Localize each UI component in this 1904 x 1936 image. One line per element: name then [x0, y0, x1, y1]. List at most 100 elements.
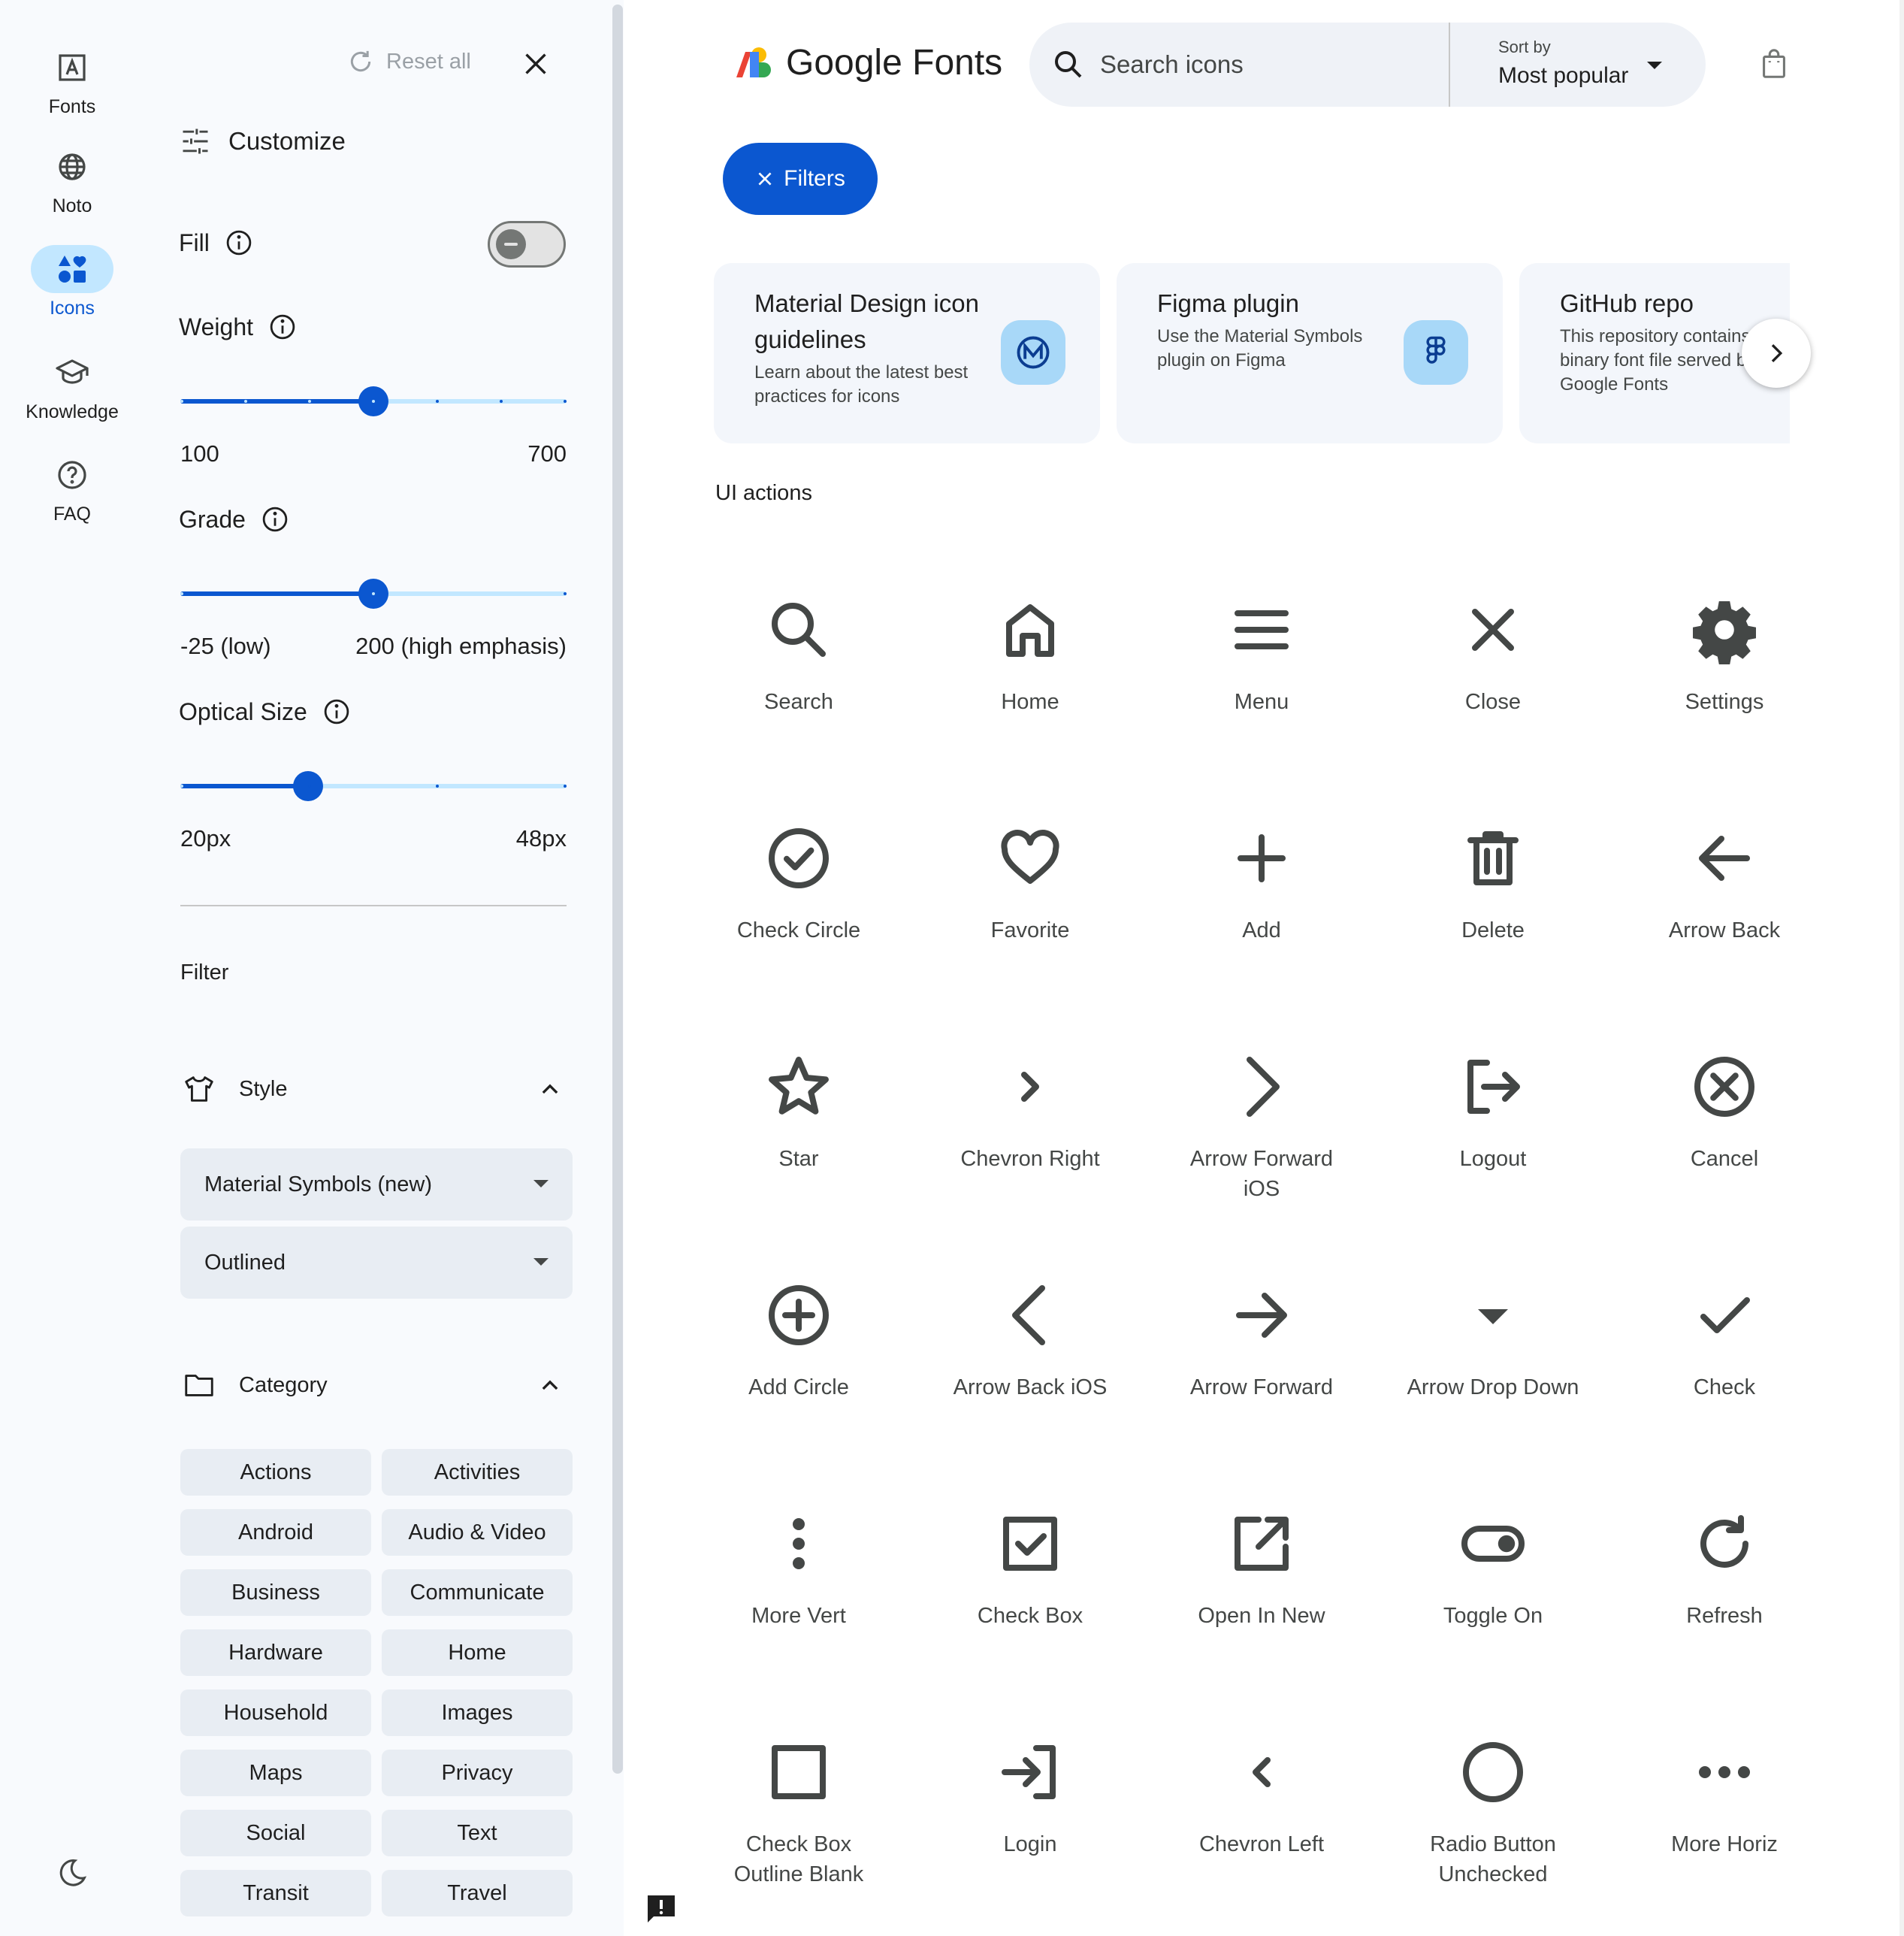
category-chip[interactable]: Household: [180, 1689, 371, 1736]
icon-tile-chevron-left[interactable]: Chevron Left: [1149, 1702, 1374, 1927]
icon-tile-check-box[interactable]: Check Box: [917, 1473, 1143, 1699]
icon-label: Settings: [1685, 690, 1764, 714]
optical-size-slider[interactable]: [180, 771, 567, 801]
info-icon[interactable]: [223, 227, 255, 259]
category-chip[interactable]: Business: [180, 1569, 371, 1616]
icon-label: Close: [1464, 690, 1522, 714]
shopping-bag-icon[interactable]: [1757, 47, 1791, 81]
icon-tile-login[interactable]: Login: [917, 1702, 1143, 1927]
info-icon[interactable]: [259, 504, 291, 535]
radio-button-unchecked-icon: [1463, 1742, 1523, 1802]
category-chip[interactable]: Audio & Video: [382, 1509, 573, 1556]
icon-tile-favorite[interactable]: Favorite: [917, 788, 1143, 1013]
slider-tick: [372, 400, 375, 403]
font-icon: [31, 44, 113, 92]
icon-tile-refresh[interactable]: Refresh: [1612, 1473, 1837, 1699]
grade-slider[interactable]: [180, 579, 567, 609]
feedback-icon[interactable]: [643, 1891, 679, 1927]
filters-button-label: Filters: [784, 166, 845, 191]
section-title: UI actions: [715, 481, 812, 505]
close-panel-icon[interactable]: [518, 47, 553, 81]
optical-size-label-row: Optical Size: [179, 696, 352, 728]
figma-icon: [1404, 320, 1468, 385]
google-fonts-logo-icon: [736, 47, 771, 77]
slider-tick: [564, 785, 567, 788]
icon-tile-home[interactable]: Home: [917, 559, 1143, 785]
icon-tile-arrow-forward-ios[interactable]: Arrow Forward iOS: [1149, 1016, 1374, 1242]
category-chip[interactable]: Travel: [382, 1870, 573, 1916]
rail-label: Icons: [50, 298, 95, 319]
card-figma[interactable]: Figma plugin Use the Material Symbols pl…: [1117, 263, 1503, 443]
category-chip[interactable]: Communicate: [382, 1569, 573, 1616]
icon-tile-arrow-forward[interactable]: Arrow Forward: [1149, 1245, 1374, 1470]
icon-tile-more-vert[interactable]: More Vert: [686, 1473, 911, 1699]
page-scrollbar[interactable]: [1899, 0, 1904, 1936]
category-chip[interactable]: Social: [180, 1810, 371, 1856]
category-chip[interactable]: Hardware: [180, 1629, 371, 1676]
icon-tile-open-in-new[interactable]: Open In New: [1149, 1473, 1374, 1699]
card-title: GitHub repo: [1560, 289, 1694, 317]
family-select[interactable]: Material Symbols (new): [180, 1148, 573, 1221]
icon-tile-radio-button-unchecked[interactable]: Radio Button Unchecked: [1380, 1702, 1606, 1927]
icon-tile-delete[interactable]: Delete: [1380, 788, 1606, 1013]
filters-button[interactable]: Filters: [723, 143, 878, 215]
fill-label-row: Fill: [179, 227, 255, 259]
slider-tick: [372, 592, 375, 595]
rail-item-knowledge[interactable]: Knowledge: [0, 349, 144, 423]
search-bar: Sort by Most popular: [1029, 23, 1706, 107]
category-chip[interactable]: Maps: [180, 1750, 371, 1796]
icon-tile-check-box-outline-blank[interactable]: Check Box Outline Blank: [686, 1702, 911, 1927]
icon-tile-check-circle[interactable]: Check Circle: [686, 788, 911, 1013]
rail-item-icons[interactable]: Icons: [0, 245, 144, 319]
search-input[interactable]: [1100, 44, 1431, 86]
card-guidelines[interactable]: Material Design icon guidelines Learn ab…: [714, 263, 1100, 443]
icon-tile-more-horiz[interactable]: More Horiz: [1612, 1702, 1837, 1927]
icon-label: Add: [1242, 918, 1281, 942]
icon-tile-search[interactable]: Search: [686, 559, 911, 785]
customize-heading: Customize: [179, 125, 346, 158]
icon-tile-check[interactable]: Check: [1612, 1245, 1837, 1470]
panel-scrollbar[interactable]: [612, 5, 623, 1774]
category-chip[interactable]: Activities: [382, 1449, 573, 1496]
icon-tile-chevron-right[interactable]: Chevron Right: [917, 1016, 1143, 1242]
icon-tile-add-circle[interactable]: Add Circle: [686, 1245, 911, 1470]
rail-item-noto[interactable]: Noto: [0, 143, 144, 217]
icon-tile-arrow-back-ios[interactable]: Arrow Back iOS: [917, 1245, 1143, 1470]
info-icon[interactable]: [321, 696, 352, 728]
icon-tile-logout[interactable]: Logout: [1380, 1016, 1606, 1242]
icon-label: Arrow Back: [1668, 918, 1781, 942]
icon-tile-close[interactable]: Close: [1380, 559, 1606, 785]
category-chip[interactable]: Android: [180, 1509, 371, 1556]
category-chip[interactable]: Privacy: [382, 1750, 573, 1796]
category-chip[interactable]: Actions: [180, 1449, 371, 1496]
info-icon[interactable]: [267, 311, 298, 343]
category-chip[interactable]: Transit: [180, 1870, 371, 1916]
fill-toggle[interactable]: [488, 221, 566, 268]
cards-next-button[interactable]: [1742, 319, 1811, 388]
reset-all-button[interactable]: Reset all: [346, 47, 471, 77]
variant-select[interactable]: Outlined: [180, 1227, 573, 1299]
icon-label: Favorite: [990, 918, 1070, 942]
icon-tile-add[interactable]: Add: [1149, 788, 1374, 1013]
icon-label: Add Circle: [748, 1375, 849, 1399]
google-fonts-logo[interactable]: Google Fonts: [733, 42, 1002, 83]
rail-item-fonts[interactable]: Fonts: [0, 44, 144, 118]
icon-tile-arrow-drop-down[interactable]: Arrow Drop Down: [1380, 1245, 1606, 1470]
icon-tile-menu[interactable]: Menu: [1149, 559, 1374, 785]
weight-slider[interactable]: [180, 386, 567, 416]
dark-mode-icon[interactable]: [50, 1850, 95, 1895]
category-chip[interactable]: Images: [382, 1689, 573, 1736]
category-chip[interactable]: Home: [382, 1629, 573, 1676]
icon-tile-toggle-on[interactable]: Toggle On: [1380, 1473, 1606, 1699]
category-chip[interactable]: Text: [382, 1810, 573, 1856]
icon-tile-settings[interactable]: Settings: [1612, 559, 1837, 785]
cancel-icon: [1694, 1057, 1754, 1117]
icon-tile-cancel[interactable]: Cancel: [1612, 1016, 1837, 1242]
rail-item-faq[interactable]: FAQ: [0, 451, 144, 525]
icon-tile-star[interactable]: Star: [686, 1016, 911, 1242]
variant-select-value: Outlined: [204, 1250, 286, 1275]
category-section-header[interactable]: Category: [182, 1368, 565, 1402]
icon-tile-arrow-back[interactable]: Arrow Back: [1612, 788, 1837, 1013]
style-section-header[interactable]: Style: [182, 1072, 565, 1106]
icon-label: Open In New: [1198, 1604, 1325, 1628]
